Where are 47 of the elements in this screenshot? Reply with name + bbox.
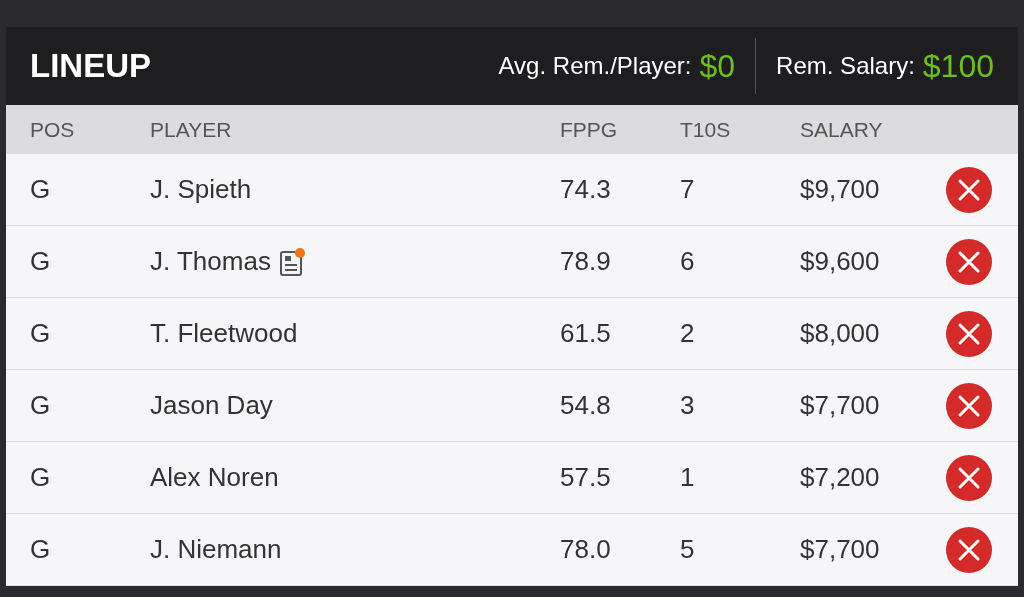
fppg-cell-text: 61.5 bbox=[560, 317, 612, 350]
position-cell-text: G bbox=[30, 389, 52, 422]
t10s-cell-text: 3 bbox=[680, 389, 696, 422]
lineup-title: LINEUP bbox=[30, 46, 151, 87]
player-name[interactable]: Jason Day bbox=[150, 386, 273, 425]
position-cell-text: G bbox=[30, 245, 52, 278]
remove-icon[interactable] bbox=[946, 526, 992, 573]
position-cell-text: G bbox=[30, 317, 52, 350]
player-name[interactable]: J. Thomas bbox=[150, 242, 271, 281]
fppg-cell-text: 57.5 bbox=[560, 461, 612, 494]
remove-icon[interactable] bbox=[946, 166, 992, 213]
salary-cell-text: $7,200 bbox=[800, 461, 881, 494]
stat-label: Rem. Salary: bbox=[776, 51, 915, 81]
salary-cell-text: $9,700 bbox=[800, 173, 881, 206]
salary-cell-text: $9,600 bbox=[800, 245, 881, 278]
position-cell-text: G bbox=[30, 533, 52, 566]
fppg-cell-text: 54.8 bbox=[560, 389, 612, 422]
stat-label: Avg. Rem./Player: bbox=[498, 51, 692, 81]
remove-icon[interactable] bbox=[946, 238, 992, 285]
column-header: T10S bbox=[680, 116, 732, 143]
t10s-cell-text: 2 bbox=[680, 317, 696, 350]
t10s-cell-text: 5 bbox=[680, 533, 696, 566]
player-name[interactable]: Alex Noren bbox=[150, 458, 279, 497]
news-icon[interactable] bbox=[278, 246, 307, 277]
column-header: FPPG bbox=[560, 116, 619, 143]
t10s-cell-text: 7 bbox=[680, 173, 696, 206]
player-name[interactable]: J. Niemann bbox=[150, 530, 282, 569]
remove-icon[interactable] bbox=[946, 454, 992, 501]
salary-cell-text: $7,700 bbox=[800, 533, 881, 566]
fppg-cell-text: 78.9 bbox=[560, 245, 612, 278]
column-header: SALARY bbox=[800, 116, 884, 143]
t10s-cell-text: 1 bbox=[680, 461, 696, 494]
column-header: POS bbox=[30, 116, 76, 143]
salary-cell-text: $7,700 bbox=[800, 389, 881, 422]
salary-cell-text: $8,000 bbox=[800, 317, 881, 350]
remove-icon[interactable] bbox=[946, 310, 992, 357]
column-header: PLAYER bbox=[150, 116, 233, 143]
position-cell-text: G bbox=[30, 461, 52, 494]
remove-icon[interactable] bbox=[946, 382, 992, 429]
fppg-cell-text: 78.0 bbox=[560, 533, 612, 566]
stat-value: $0 bbox=[699, 47, 736, 86]
player-name[interactable]: T. Fleetwood bbox=[150, 314, 298, 353]
fppg-cell-text: 74.3 bbox=[560, 173, 612, 206]
t10s-cell-text: 6 bbox=[680, 245, 696, 278]
player-name[interactable]: J. Spieth bbox=[150, 170, 252, 209]
position-cell-text: G bbox=[30, 173, 52, 206]
stat-value: $100 bbox=[922, 47, 994, 86]
